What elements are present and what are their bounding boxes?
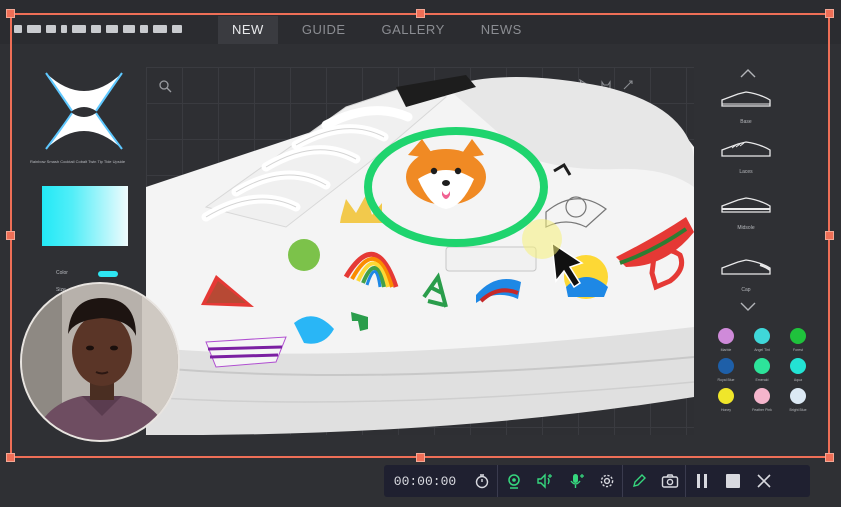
swatch-bright-blue[interactable]: Bright Blue [780,388,816,412]
swatch-label: Emerald [755,378,769,382]
3d-viewport[interactable] [146,67,694,435]
shoe-cap-icon [721,259,771,275]
swatch-label: Forest [793,348,803,352]
swatch-dot [754,388,770,404]
resize-handle-bottom-right[interactable] [825,453,834,462]
tab-gallery[interactable]: GALLERY [368,16,459,44]
color-swatch[interactable] [98,271,118,277]
color-swatches: Marble Angel Tint Forest Royal Blue Emer… [708,328,808,412]
tab-new[interactable]: NEW [218,16,278,44]
swatch-royal-blue[interactable]: Royal Blue [708,358,744,382]
sneaker-model[interactable] [146,67,694,435]
timer-icon[interactable] [466,465,497,497]
gradient-picker[interactable] [42,186,128,246]
recording-timer: 00:00:00 [393,473,457,489]
swatch-dot [718,388,734,404]
swatch-dot [754,358,770,374]
resize-handle-top-left[interactable] [6,9,15,18]
color-label: Color [56,270,68,276]
pen-icon[interactable] [623,465,654,497]
webcam-overlay[interactable] [20,282,180,442]
swatch-label: Aqua [793,378,803,382]
part-base[interactable]: Base [716,88,776,125]
main-tabs: NEW GUIDE GALLERY NEWS [218,16,536,44]
swatch-feather-pink[interactable]: Feather Pink [744,388,780,412]
part-midsole-label: Midsole [737,225,755,231]
swatch-angel-tint[interactable]: Angel Tint [744,328,780,352]
part-laces[interactable]: Laces [716,138,776,175]
resize-handle-bottom[interactable] [416,453,425,462]
swatch-aqua[interactable]: Aqua [780,358,816,382]
resize-handle-left[interactable] [6,231,15,240]
microphone-icon[interactable] [560,465,591,497]
part-midsole[interactable]: Midsole [716,194,776,231]
shape-preview[interactable] [44,69,124,153]
app-window: NEW GUIDE GALLERY NEWS Rainbow Smash Coc… [0,0,841,507]
swatch-label: Honey [720,408,732,412]
pause-icon[interactable] [686,465,717,497]
right-part-panel: Base Laces Midsole Cap Marble Angel Tint… [706,58,816,438]
stop-icon[interactable] [717,465,748,497]
shoe-laces-icon [721,141,771,157]
swatch-emerald[interactable]: Emerald [744,358,780,382]
webcam-icon[interactable] [498,465,529,497]
system-audio-icon[interactable] [529,465,560,497]
shoe-midsole-icon [721,197,771,213]
webcam-person-image [22,284,178,440]
swatch-dot [754,328,770,344]
tab-guide[interactable]: GUIDE [288,16,360,44]
shoe-base-icon [721,91,771,107]
swatch-honey[interactable]: Honey [708,388,744,412]
swatch-dot [790,358,806,374]
swatch-label: Bright Blue [789,408,807,412]
resize-handle-right[interactable] [825,231,834,240]
settings-gear-icon[interactable] [591,465,622,497]
part-cap-label: Cap [741,287,751,293]
part-base-label: Base [740,119,752,125]
part-laces-label: Laces [739,169,753,175]
camera-icon[interactable] [654,465,685,497]
resize-handle-bottom-left[interactable] [6,453,15,462]
part-cap[interactable]: Cap [716,256,776,293]
top-bar: NEW GUIDE GALLERY NEWS [0,0,841,44]
swatch-label: Angel Tint [754,348,770,352]
swatch-label: Royal Blue [717,378,735,382]
swatch-dot [718,358,734,374]
resize-handle-top[interactable] [416,9,425,18]
recording-toolbar: 00:00:00 [384,465,810,497]
brand-logo [14,22,192,36]
swatch-dot [790,328,806,344]
shape-name-list[interactable]: Rainbow Smash Cocktail Cobalt Twin Tip T… [30,159,140,164]
swatch-label: Feather Pink [752,408,772,412]
swatch-dot [790,388,806,404]
chevron-up-icon[interactable] [740,68,756,78]
swatch-forest[interactable]: Forest [780,328,816,352]
swatch-marble[interactable]: Marble [708,328,744,352]
close-icon[interactable] [748,465,779,497]
swatch-label: Marble [720,348,732,352]
resize-handle-top-right[interactable] [825,9,834,18]
tab-news[interactable]: NEWS [467,16,536,44]
chevron-down-icon[interactable] [740,302,756,312]
swatch-dot [718,328,734,344]
